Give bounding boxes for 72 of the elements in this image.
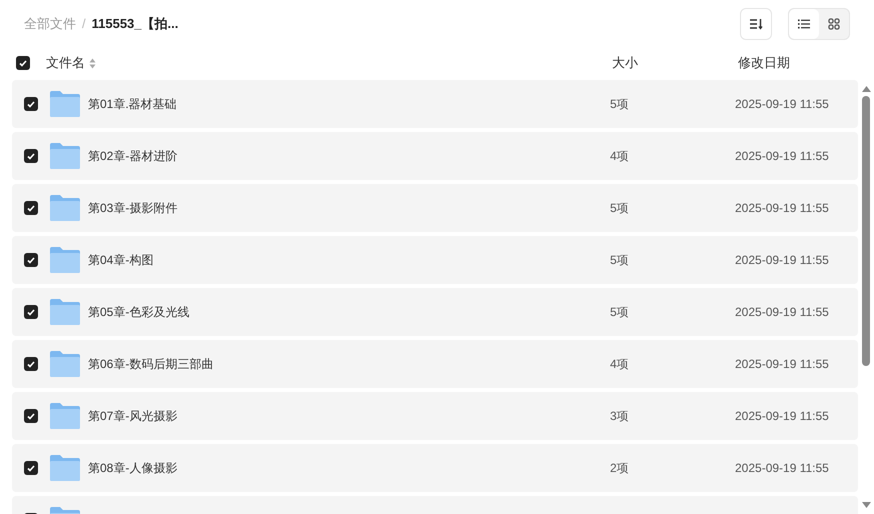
file-row[interactable]: 第05章-色彩及光线 5项 2025-09-19 11:55 <box>12 288 858 336</box>
modified-date: 2025-09-19 11:55 <box>735 252 830 269</box>
sort-toggle-icon[interactable] <box>89 58 96 68</box>
file-name[interactable]: 第08章-人像摄影 <box>88 459 178 477</box>
checkbox[interactable] <box>24 461 38 475</box>
checkbox[interactable] <box>24 357 38 371</box>
folder-icon <box>50 91 80 117</box>
item-count: 4项 <box>610 356 630 373</box>
modified-date: 2025-09-19 11:55 <box>735 408 830 425</box>
file-name[interactable]: 第05章-色彩及光线 <box>88 303 190 321</box>
checkmark-icon <box>27 152 35 160</box>
column-header[interactable]: 文件名 <box>46 53 85 73</box>
checkmark-icon <box>19 60 27 66</box>
item-count: 5项 <box>610 304 630 321</box>
list-view-button[interactable] <box>789 9 819 39</box>
checkmark-icon <box>27 412 35 420</box>
modified-date: 2025-09-19 11:55 <box>735 148 830 165</box>
folder-icon <box>50 143 80 169</box>
checkbox[interactable] <box>16 56 30 70</box>
folder-icon <box>50 455 80 481</box>
file-row[interactable]: 第08章-人像摄影 2项 2025-09-19 11:55 <box>12 444 858 492</box>
checkmark-icon <box>27 204 35 212</box>
checkmark-icon <box>27 100 35 108</box>
checkbox[interactable] <box>24 409 38 423</box>
modified-date: 2025-09-19 11:55 <box>735 304 830 321</box>
checkbox[interactable] <box>24 253 38 267</box>
checkbox[interactable] <box>24 201 38 215</box>
scroll-down-icon[interactable] <box>862 502 870 508</box>
file-name[interactable]: 第06章-数码后期三部曲 <box>88 355 214 373</box>
file-row[interactable]: 第04章-构图 5项 2025-09-19 11:55 <box>12 236 858 284</box>
file-row[interactable]: 第02章-器材进阶 4项 2025-09-19 11:55 <box>12 132 858 180</box>
folder-icon <box>50 351 80 377</box>
file-name[interactable]: 第01章.器材基础 <box>88 95 177 113</box>
checkmark-icon <box>27 360 35 368</box>
folder-icon <box>50 195 80 221</box>
breadcrumb-item[interactable]: 115553_【拍... <box>92 14 178 34</box>
item-count: 5项 <box>610 96 630 113</box>
folder-icon <box>50 247 80 273</box>
file-name[interactable]: 第02章-器材进阶 <box>88 147 178 165</box>
checkbox[interactable] <box>24 97 38 111</box>
file-row[interactable]: 第03章-摄影附件 5项 2025-09-19 11:55 <box>12 184 858 232</box>
item-count: 5项 <box>610 200 630 217</box>
column-header[interactable]: 修改日期 <box>738 53 874 73</box>
breadcrumb-separator: / <box>82 15 86 34</box>
file-row[interactable]: 第07章-风光摄影 3项 2025-09-19 11:55 <box>12 392 858 440</box>
checkbox[interactable] <box>24 149 38 163</box>
modified-date: 2025-09-19 11:55 <box>735 96 830 113</box>
item-count: 4项 <box>610 148 630 165</box>
grid-icon <box>828 18 840 30</box>
file-name[interactable]: 第04章-构图 <box>88 251 154 269</box>
modified-date: 2025-09-19 11:55 <box>735 200 830 217</box>
scroll-up-icon[interactable] <box>862 86 870 92</box>
modified-date: 2025-09-19 11:55 <box>735 460 830 477</box>
file-row[interactable]: 第06章-数码后期三部曲 4项 2025-09-19 11:55 <box>12 340 858 388</box>
item-count: 5项 <box>610 252 630 269</box>
folder-icon <box>50 403 80 429</box>
sort-button[interactable] <box>740 8 772 40</box>
item-count: 2项 <box>610 460 630 477</box>
checkbox[interactable] <box>24 305 38 319</box>
sort-icon <box>749 18 763 30</box>
checkmark-icon <box>27 308 35 316</box>
checkmark-icon <box>27 464 35 472</box>
modified-date: 2025-09-19 11:55 <box>735 356 830 373</box>
scrollbar-thumb[interactable] <box>862 96 870 366</box>
item-count: 3项 <box>610 408 630 425</box>
file-name[interactable]: 第03章-摄影附件 <box>88 199 178 217</box>
column-header[interactable]: 大小 <box>612 53 738 73</box>
list-icon <box>798 19 810 29</box>
file-row[interactable]: 第01章.器材基础 5项 2025-09-19 11:55 <box>12 80 858 128</box>
file-name[interactable]: 第07章-风光摄影 <box>88 407 178 425</box>
folder-icon <box>50 299 80 325</box>
checkmark-icon <box>27 256 35 264</box>
